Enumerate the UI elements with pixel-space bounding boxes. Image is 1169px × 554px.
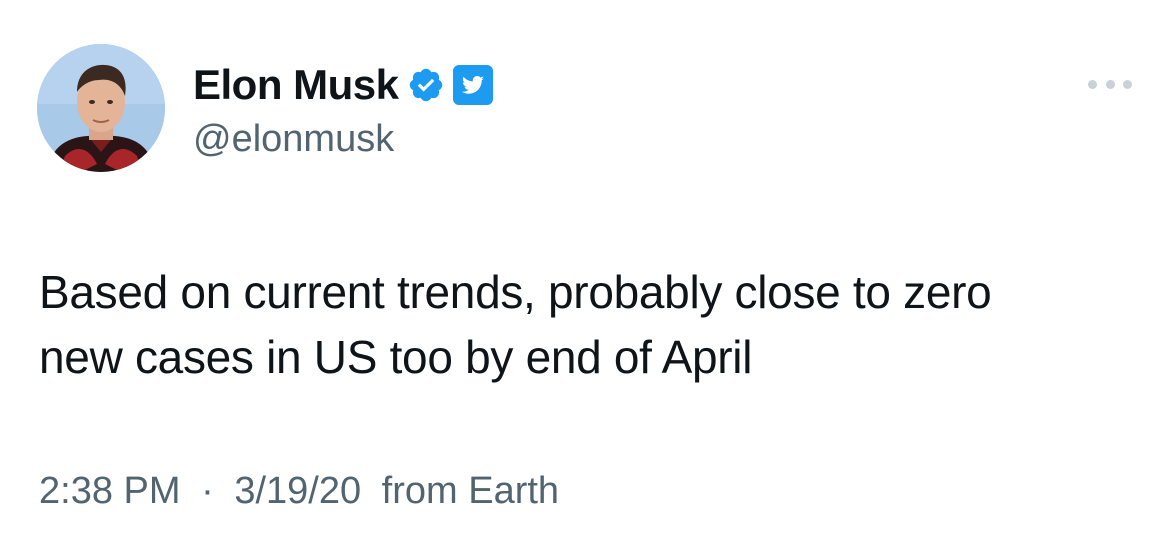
more-dot	[1123, 79, 1132, 89]
tweet-text: Based on current trends, probably close …	[39, 260, 1149, 390]
verified-badge-icon	[407, 66, 445, 104]
author-handle[interactable]: @elonmusk	[193, 118, 394, 161]
author-name-row: Elon Musk	[193, 60, 493, 110]
author-display-name[interactable]: Elon Musk	[193, 61, 399, 109]
more-dot	[1088, 79, 1097, 89]
tweet-time[interactable]: 2:38 PM	[39, 470, 181, 512]
meta-separator: ·	[201, 470, 214, 512]
tweet-text-line: Based on current trends, probably close …	[39, 266, 992, 318]
more-options-icon[interactable]	[1088, 74, 1132, 94]
tweet-text-line: new cases in US too by end of April	[39, 331, 753, 383]
twitter-bird-icon	[452, 65, 493, 105]
tweet-meta: 2:38 PM · 3/19/20 from Earth	[39, 470, 559, 513]
avatar-photo	[37, 44, 165, 172]
tweet-source: from Earth	[381, 470, 560, 512]
avatar[interactable]	[37, 44, 165, 172]
more-dot	[1105, 79, 1115, 89]
tweet-card: Elon Musk @elonmusk Based on current tre…	[0, 0, 1169, 554]
tweet-date[interactable]: 3/19/20	[234, 470, 361, 512]
